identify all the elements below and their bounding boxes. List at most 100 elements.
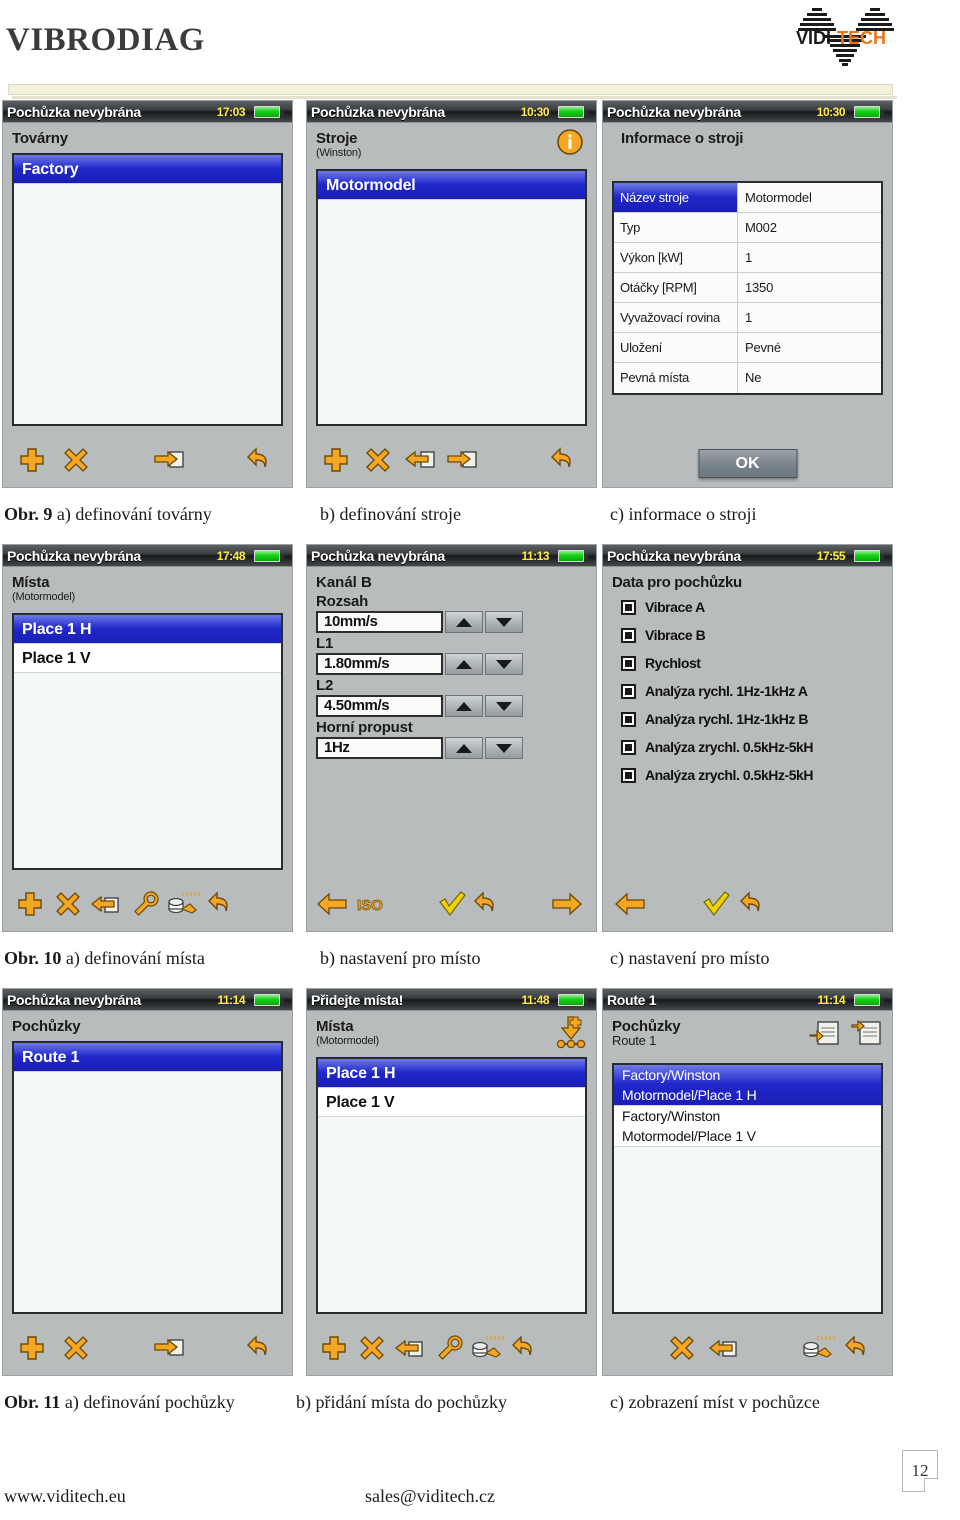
import-left-icon[interactable] — [393, 1331, 427, 1365]
back-arrow-icon[interactable] — [737, 887, 771, 921]
caption-a-text: a) definování pochůzky — [64, 1392, 235, 1412]
add-place-icon[interactable] — [554, 1015, 588, 1049]
checkbox-icon[interactable] — [621, 683, 636, 699]
cross-icon[interactable] — [355, 1331, 389, 1365]
field-l2: L2 4.50mm/s — [307, 677, 596, 717]
list-item[interactable]: Place 1 V — [14, 644, 281, 673]
highpass-input[interactable]: 1Hz — [316, 737, 443, 759]
plus-icon[interactable] — [15, 443, 49, 477]
import-left-icon[interactable] — [89, 887, 123, 921]
move-down-icon[interactable] — [850, 1019, 882, 1049]
wrench-icon[interactable] — [433, 1331, 467, 1365]
plus-icon[interactable] — [319, 443, 353, 477]
wrench-icon[interactable] — [129, 887, 163, 921]
checkbox-icon[interactable] — [621, 767, 636, 783]
table-row[interactable]: Otáčky [RPM] 1350 — [614, 273, 881, 303]
l2-increment-button[interactable] — [445, 695, 483, 717]
list-item[interactable]: Motormodel — [318, 171, 585, 200]
table-row[interactable]: Výkon [kW] 1 — [614, 243, 881, 273]
export-right-icon[interactable] — [445, 443, 479, 477]
list-item-line1: Factory/Winston — [622, 1067, 721, 1083]
import-left-icon[interactable] — [707, 1331, 741, 1365]
table-cell-key: Vyvažovací rovina — [614, 303, 738, 332]
back-arrow-icon[interactable] — [509, 1331, 543, 1365]
list-item[interactable]: Factory/Winston Motormodel/Place 1 V — [614, 1106, 881, 1147]
back-arrow-icon[interactable] — [244, 1331, 278, 1365]
table-row[interactable]: Uložení Pevné — [614, 333, 881, 363]
cross-icon[interactable] — [361, 443, 395, 477]
checkbox-icon[interactable] — [621, 711, 636, 727]
back-arrow-icon[interactable] — [842, 1331, 876, 1365]
list-item[interactable]: Route 1 — [14, 1043, 281, 1072]
checkbox-icon[interactable] — [621, 739, 636, 755]
left-arrow-icon[interactable] — [315, 887, 349, 921]
back-arrow-icon[interactable] — [244, 443, 278, 477]
list-item[interactable]: Place 1 H — [14, 615, 281, 644]
route-place-list[interactable]: Factory/Winston Motormodel/Place 1 H Fac… — [612, 1063, 883, 1314]
cross-icon[interactable] — [59, 443, 93, 477]
battery-icon — [854, 549, 884, 562]
highpass-decrement-button[interactable] — [485, 737, 523, 759]
range-increment-button[interactable] — [445, 611, 483, 633]
figure-9-screens: Pochůzka nevybrána 17:03 Továrny Factory — [0, 100, 960, 490]
l1-input[interactable]: 1.80mm/s — [316, 653, 443, 675]
checkbox-icon[interactable] — [621, 627, 636, 643]
cross-icon[interactable] — [51, 887, 85, 921]
import-left-icon[interactable] — [403, 443, 437, 477]
route-list[interactable]: Route 1 — [12, 1041, 283, 1314]
l2-input[interactable]: 4.50mm/s — [316, 695, 443, 717]
checkbox-icon[interactable] — [621, 599, 636, 615]
checkbox-row[interactable]: Analýza rychl. 1Hz-1kHz A — [603, 679, 892, 703]
table-row[interactable]: Vyvažovací rovina 1 — [614, 303, 881, 333]
l1-increment-button[interactable] — [445, 653, 483, 675]
right-arrow-icon[interactable] — [550, 887, 584, 921]
list-item[interactable]: Place 1 H — [318, 1059, 585, 1088]
place-list[interactable]: Place 1 H Place 1 V — [12, 613, 283, 870]
factory-list[interactable]: Factory — [12, 153, 283, 426]
list-item[interactable]: Place 1 V — [318, 1088, 585, 1117]
left-arrow-icon[interactable] — [613, 887, 647, 921]
checkbox-row[interactable]: Analýza rychl. 1Hz-1kHz B — [603, 707, 892, 731]
list-item[interactable]: Factory/Winston Motormodel/Place 1 H — [614, 1065, 881, 1106]
checkbox-row[interactable]: Analýza zrychl. 0.5kHz-5kH — [603, 735, 892, 759]
checkbox-row[interactable]: Vibrace A — [603, 595, 892, 619]
checkbox-label: Analýza rychl. 1Hz-1kHz A — [645, 683, 808, 699]
back-arrow-icon[interactable] — [471, 887, 505, 921]
list-item[interactable]: Factory — [14, 155, 281, 184]
info-icon[interactable] — [554, 127, 588, 161]
place-list[interactable]: Place 1 H Place 1 V — [316, 1057, 587, 1314]
plus-icon[interactable] — [13, 887, 47, 921]
check-icon[interactable] — [435, 887, 469, 921]
device-screen-add-places: Přidejte místa! 11:48 Místa (Motormodel)… — [306, 988, 597, 1376]
range-decrement-button[interactable] — [485, 611, 523, 633]
l2-decrement-button[interactable] — [485, 695, 523, 717]
machine-list[interactable]: Motormodel — [316, 169, 587, 426]
measure-icon[interactable] — [471, 1331, 505, 1365]
checkbox-row[interactable]: Rychlost — [603, 651, 892, 675]
range-input[interactable]: 10mm/s — [316, 611, 443, 633]
check-icon[interactable] — [699, 887, 733, 921]
export-right-icon[interactable] — [152, 443, 186, 477]
table-row[interactable]: Typ M002 — [614, 213, 881, 243]
cross-icon[interactable] — [59, 1331, 93, 1365]
table-row[interactable]: Pevná místa Ne — [614, 363, 881, 393]
export-right-icon[interactable] — [152, 1331, 186, 1365]
l1-decrement-button[interactable] — [485, 653, 523, 675]
ok-button[interactable]: OK — [698, 449, 797, 478]
figure-9-caption: Obr. 9 a) definování továrny b) definová… — [0, 490, 960, 544]
checkbox-row[interactable]: Vibrace B — [603, 623, 892, 647]
cross-icon[interactable] — [665, 1331, 699, 1365]
iso-icon[interactable]: ISO — [355, 887, 389, 921]
checkbox-row[interactable]: Analýza zrychl. 0.5kHz-5kH — [603, 763, 892, 787]
table-row[interactable]: Název stroje Motormodel — [614, 183, 881, 213]
status-bar-time: 11:13 — [521, 548, 549, 563]
highpass-increment-button[interactable] — [445, 737, 483, 759]
measure-icon[interactable] — [802, 1331, 836, 1365]
back-arrow-icon[interactable] — [548, 443, 582, 477]
back-arrow-icon[interactable] — [205, 887, 239, 921]
plus-icon[interactable] — [15, 1331, 49, 1365]
move-up-icon[interactable] — [808, 1019, 840, 1049]
checkbox-icon[interactable] — [621, 655, 636, 671]
plus-icon[interactable] — [317, 1331, 351, 1365]
measure-icon[interactable] — [167, 887, 201, 921]
